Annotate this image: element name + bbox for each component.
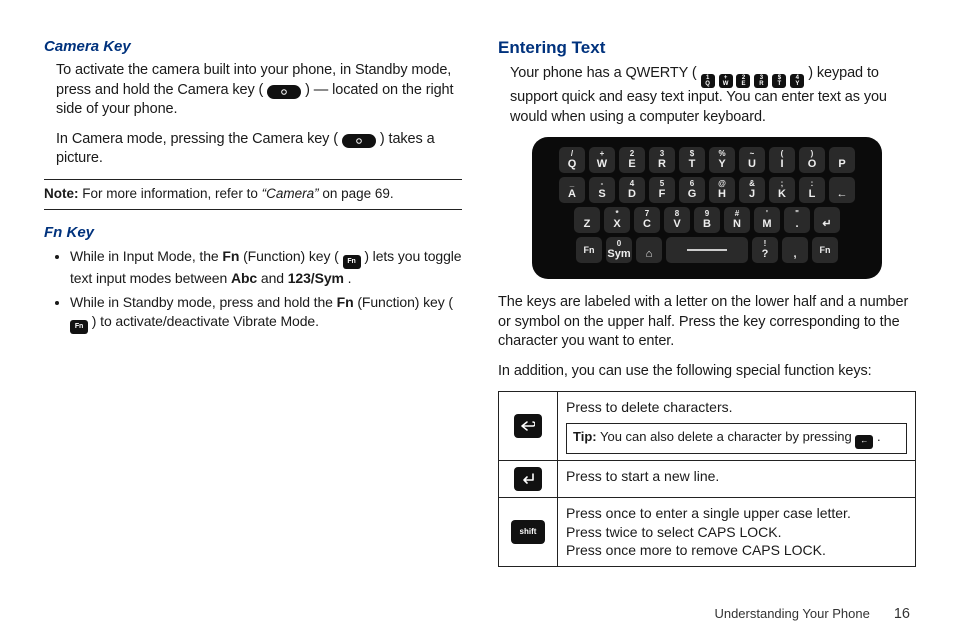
enter-key-cell [499, 460, 558, 497]
shift-key-icon: shift [511, 520, 545, 544]
back-key-cell [499, 392, 558, 460]
keyboard-key: Fn [812, 237, 838, 263]
right-column: Entering Text Your phone has a QWERTY ( … [498, 38, 916, 567]
keyboard-key: -S [589, 177, 615, 203]
keyboard-key: ⌂ [636, 237, 662, 263]
backspace-icon: ← [855, 435, 873, 449]
keyboard-key: :L [799, 177, 825, 203]
keyboard-key: ;K [769, 177, 795, 203]
qwerty-mini-key: 2E [736, 74, 750, 88]
tip-box: Tip: You can also delete a character by … [566, 423, 907, 453]
keyboard-key: 9B [694, 207, 720, 233]
keyboard-key: 7C [634, 207, 660, 233]
qwerty-keyboard-graphic: /Q+W2E3R$T%Y~U(I)OP _A-S4D5F6G@H&J;K:L← Z*… [532, 137, 882, 279]
keyboard-key: #N [724, 207, 750, 233]
manual-page: Camera Key To activate the camera built … [0, 0, 954, 636]
keyboard-key: &J [739, 177, 765, 203]
keyboard-key: (I [769, 147, 795, 173]
keyboard-key: 5F [649, 177, 675, 203]
shift-key-cell: shift [499, 497, 558, 567]
fn-key-icon: Fn [70, 320, 88, 334]
keyboard-key: %Y [709, 147, 735, 173]
heading-fn-key: Fn Key [44, 224, 462, 241]
keyboard-key: +W [589, 147, 615, 173]
keyboard-key: ". [784, 207, 810, 233]
back-key-desc: Press to delete characters. Tip: You can… [558, 392, 916, 460]
qwerty-mini-key: 1Q [701, 74, 715, 88]
qwerty-mini-key: $T [772, 74, 786, 88]
keys-labeled-paragraph: The keys are labeled with a letter on th… [498, 293, 916, 352]
keyboard-key: P [829, 147, 855, 173]
note-camera: Note: For more information, refer to “Ca… [44, 186, 462, 201]
entering-text-intro: Your phone has a QWERTY ( 1Q +W 2E 3R $T… [510, 64, 916, 127]
shift-key-desc: Press once to enter a single upper case … [558, 497, 916, 567]
keyboard-key: 8V [664, 207, 690, 233]
chapter-title: Understanding Your Phone [714, 606, 869, 621]
divider [44, 179, 462, 180]
keyboard-key: , [782, 237, 808, 263]
page-footer: Understanding Your Phone 16 [714, 606, 910, 622]
camera-paragraph-1: To activate the camera built into your p… [56, 61, 462, 120]
keyboard-key: ↵ [814, 207, 840, 233]
special-keys-intro: In addition, you can use the following s… [498, 362, 916, 382]
qwerty-mini-keys: 1Q +W 2E 3R $T 4Y [701, 65, 809, 81]
qwerty-mini-key: +W [719, 74, 733, 88]
keyboard-key: @H [709, 177, 735, 203]
keyboard-key: _A [559, 177, 585, 203]
keyboard-key: $T [679, 147, 705, 173]
heading-entering-text: Entering Text [498, 38, 916, 58]
camera-key-icon [342, 134, 376, 148]
function-keys-table: Press to delete characters. Tip: You can… [498, 391, 916, 567]
keyboard-key: 4D [619, 177, 645, 203]
keyboard-key: 2E [619, 147, 645, 173]
qwerty-mini-key: 4Y [790, 74, 804, 88]
keyboard-key: Fn [576, 237, 602, 263]
keyboard-key: 3R [649, 147, 675, 173]
page-number: 16 [894, 606, 910, 622]
left-column: Camera Key To activate the camera built … [44, 38, 462, 567]
keyboard-key: /Q [559, 147, 585, 173]
enter-key-desc: Press to start a new line. [558, 460, 916, 497]
camera-key-icon [267, 85, 301, 99]
divider [44, 209, 462, 210]
fn-key-icon: Fn [343, 255, 361, 269]
camera-paragraph-2: In Camera mode, pressing the Camera key … [56, 130, 462, 169]
fn-bullet-1: While in Input Mode, the Fn (Function) k… [70, 247, 462, 288]
heading-camera-key: Camera Key [44, 38, 462, 55]
keyboard-key: )O [799, 147, 825, 173]
back-key-icon [514, 414, 542, 438]
enter-key-icon [514, 467, 542, 491]
keyboard-key: 0Sym [606, 237, 632, 263]
keyboard-key: *X [604, 207, 630, 233]
keyboard-key: Z [574, 207, 600, 233]
keyboard-key: 'M [754, 207, 780, 233]
qwerty-mini-key: 3R [754, 74, 768, 88]
keyboard-key: ← [829, 177, 855, 203]
keyboard-key: !? [752, 237, 778, 263]
keyboard-key: ~U [739, 147, 765, 173]
fn-bullet-2: While in Standby mode, press and hold th… [70, 293, 462, 334]
keyboard-key: 6G [679, 177, 705, 203]
keyboard-key [666, 237, 748, 263]
